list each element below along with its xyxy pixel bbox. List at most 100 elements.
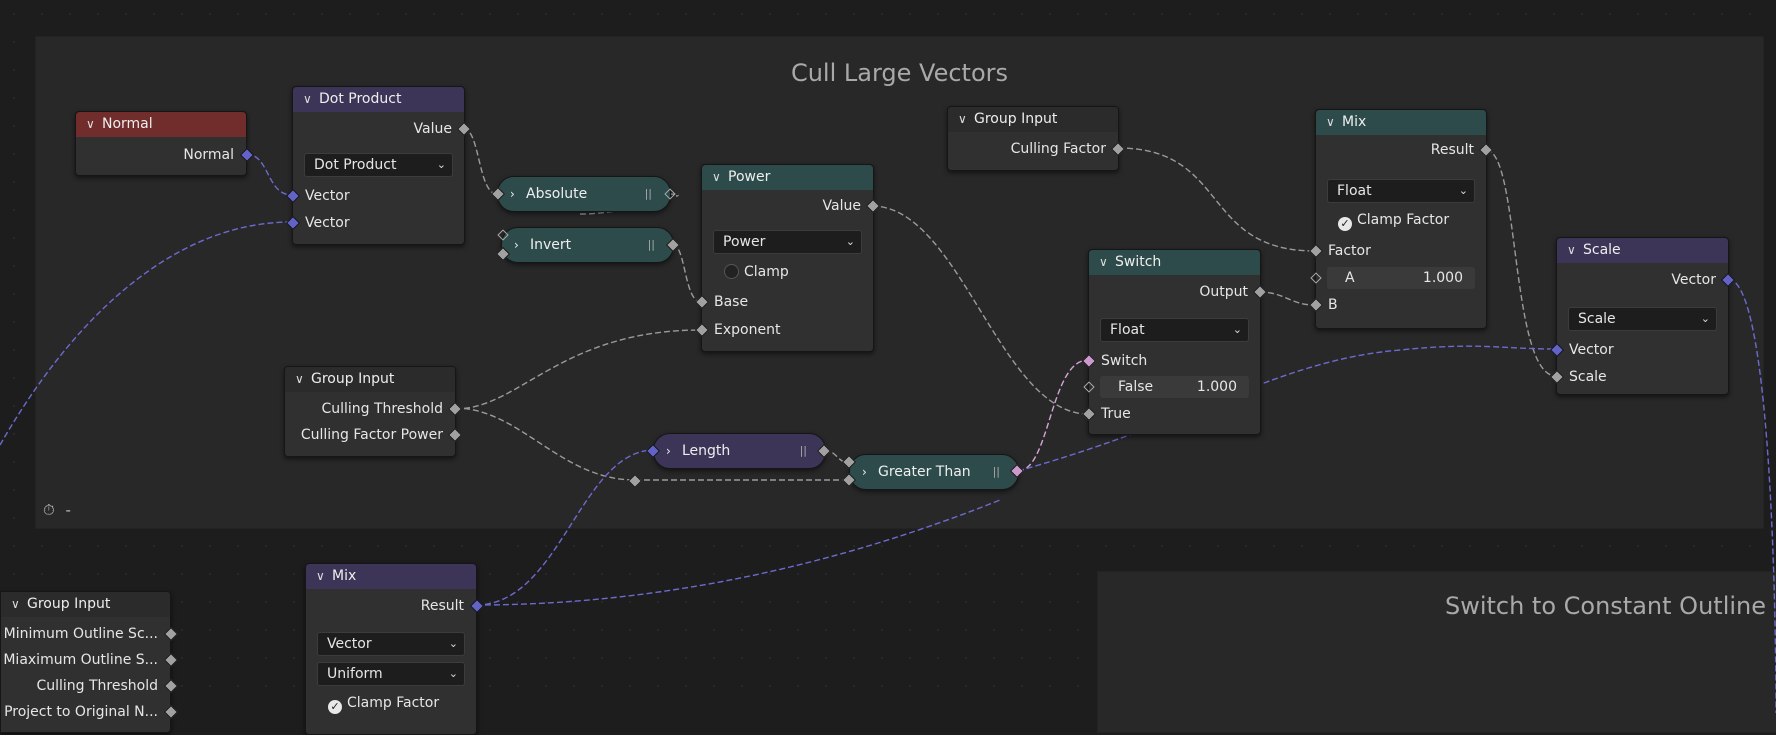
output-value: Value <box>822 198 861 214</box>
node-length[interactable]: › Length || <box>653 433 826 469</box>
factor-mode-dropdown[interactable]: Uniform ⌄ <box>317 662 465 686</box>
output-culling-factor-power: Culling Factor Power <box>300 427 443 443</box>
grip-icon[interactable]: || <box>645 177 652 211</box>
chevron-down-icon: ⌄ <box>1700 312 1710 325</box>
node-switch[interactable]: ∨ Switch Output Float ⌄ Switch False 1.000 … <box>1081 249 1268 435</box>
output-culling-factor: Culling Factor <box>1010 141 1106 157</box>
output-maximum-outline: Miaximum Outline S... <box>3 652 158 668</box>
node-header[interactable]: ∨ Group Input <box>948 107 1118 132</box>
input-switch: Switch <box>1101 353 1148 369</box>
node-mix-float[interactable]: ∨ Mix Result Float ⌄ ✓ Clamp Factor Factor … <box>1308 109 1494 329</box>
node-group-input-threshold[interactable]: ∨ Group Input Culling Threshold Culling F… <box>284 366 463 457</box>
output-project-original: Project to Original N... <box>4 704 158 720</box>
chevron-down-icon: ⌄ <box>436 158 446 171</box>
node-title: Switch <box>1115 254 1162 270</box>
chevron-down-icon[interactable]: ∨ <box>1099 250 1115 275</box>
checkmark-icon[interactable]: ✓ <box>328 700 342 714</box>
node-title: Mix <box>1342 114 1367 130</box>
node-links <box>0 127 1776 713</box>
chevron-down-icon[interactable]: ∨ <box>11 592 27 617</box>
chevron-down-icon[interactable]: ∨ <box>316 564 332 589</box>
chevron-down-icon[interactable]: ∨ <box>303 87 319 112</box>
operation-dropdown[interactable]: Dot Product ⌄ <box>304 153 453 177</box>
input-vector-1: Vector <box>305 188 350 204</box>
node-greater-than[interactable]: › Greater Than || <box>849 454 1019 490</box>
node-title: Invert <box>530 237 572 253</box>
node-group-input-outline[interactable]: ∨ Group Input Minimum Outline Sc... Miaxi… <box>0 591 179 733</box>
node-title: Length <box>682 443 731 459</box>
data-type-dropdown[interactable]: Float ⌄ <box>1327 179 1475 203</box>
data-type-dropdown[interactable]: Float ⌄ <box>1100 318 1249 342</box>
output-value: Value <box>413 121 452 137</box>
input-base: Base <box>714 294 749 310</box>
node-normal[interactable]: ∨ Normal Normal <box>75 111 255 176</box>
input-b: B <box>1328 297 1338 313</box>
node-title: Group Input <box>27 596 111 612</box>
chevron-down-icon[interactable]: ∨ <box>1567 238 1583 263</box>
output-culling-threshold: Culling Threshold <box>36 678 158 694</box>
node-header[interactable]: ∨ Power <box>702 165 873 190</box>
node-header[interactable]: ∨ Scale <box>1557 238 1728 263</box>
input-scale: Scale <box>1569 369 1607 385</box>
chevron-down-icon[interactable]: ∨ <box>295 367 311 392</box>
node-header[interactable]: ∨ Mix <box>306 564 476 589</box>
grip-icon[interactable]: || <box>800 434 807 468</box>
node-title: Power <box>728 169 771 185</box>
node-header[interactable]: ∨ Switch <box>1089 250 1260 275</box>
chevron-down-icon[interactable]: ∨ <box>712 165 728 190</box>
node-title: Mix <box>332 568 357 584</box>
node-power[interactable]: ∨ Power Value Power ⌄ Clamp Base Exponent <box>694 164 881 352</box>
output-output: Output <box>1199 284 1248 300</box>
node-group-input-culling-factor[interactable]: ∨ Group Input Culling Factor <box>947 106 1126 171</box>
chevron-down-icon[interactable]: ∨ <box>86 112 102 137</box>
input-exponent: Exponent <box>714 322 781 338</box>
chevron-down-icon: ⌄ <box>448 667 458 680</box>
node-scale[interactable]: ∨ Scale Vector Scale ⌄ Vector Scale <box>1549 237 1736 395</box>
checkmark-icon[interactable]: ✓ <box>1338 217 1352 231</box>
clamp-factor-toggle[interactable]: ✓ Clamp Factor <box>316 693 476 714</box>
chevron-down-icon: ⌄ <box>1458 184 1468 197</box>
node-title: Group Input <box>974 111 1058 127</box>
node-invert[interactable]: › Invert || <box>501 227 674 263</box>
grip-icon[interactable]: || <box>993 455 1000 489</box>
chevron-down-icon: ⌄ <box>845 235 855 248</box>
input-factor: Factor <box>1328 243 1371 259</box>
node-header[interactable]: ∨ Group Input <box>1 592 170 617</box>
clamp-toggle[interactable]: Clamp <box>712 262 873 282</box>
chevron-down-icon[interactable]: ∨ <box>1326 110 1342 135</box>
node-mix-vector[interactable]: ∨ Mix Result Vector ⌄ Uniform ⌄ ✓ Clamp Fact… <box>305 563 485 735</box>
node-dot-product[interactable]: ∨ Dot Product Value Dot Product ⌄ Vector V… <box>285 86 472 245</box>
node-editor-canvas[interactable]: Cull Large Vectors ⏱ - Switch to Constan… <box>0 0 1776 735</box>
false-value-field[interactable]: False 1.000 <box>1100 376 1249 398</box>
chevron-down-icon[interactable]: ∨ <box>958 107 974 132</box>
node-title: Greater Than <box>878 464 971 480</box>
input-vector: Vector <box>1569 342 1614 358</box>
chevron-down-icon: ⌄ <box>1232 323 1242 336</box>
node-header[interactable]: ∨ Dot Product <box>293 87 464 112</box>
output-normal: Normal <box>183 147 234 163</box>
a-value-field[interactable]: A 1.000 <box>1327 267 1475 289</box>
output-vector: Vector <box>1671 272 1716 288</box>
output-minimum-outline: Minimum Outline Sc... <box>3 626 158 642</box>
input-vector-2: Vector <box>305 215 350 231</box>
node-title: Dot Product <box>319 91 402 107</box>
grip-icon[interactable]: || <box>648 228 655 262</box>
output-result: Result <box>1430 142 1474 158</box>
node-header[interactable]: ∨ Mix <box>1316 110 1486 135</box>
node-header[interactable]: ∨ Normal <box>76 112 246 137</box>
node-title: Normal <box>102 116 153 132</box>
node-title: Scale <box>1583 242 1621 258</box>
data-type-dropdown[interactable]: Vector ⌄ <box>317 632 465 656</box>
clamp-factor-toggle[interactable]: ✓ Clamp Factor <box>1326 210 1486 231</box>
operation-dropdown[interactable]: Scale ⌄ <box>1568 307 1717 331</box>
checkbox-icon[interactable] <box>724 264 739 279</box>
input-true: True <box>1101 406 1131 422</box>
node-title: Absolute <box>526 186 588 202</box>
node-header[interactable]: ∨ Group Input <box>285 367 455 392</box>
chevron-down-icon: ⌄ <box>448 637 458 650</box>
node-absolute[interactable]: › Absolute || <box>497 176 671 212</box>
output-result: Result <box>420 598 464 614</box>
node-title: Group Input <box>311 371 395 387</box>
output-culling-threshold: Culling Threshold <box>321 401 443 417</box>
operation-dropdown[interactable]: Power ⌄ <box>713 230 862 254</box>
